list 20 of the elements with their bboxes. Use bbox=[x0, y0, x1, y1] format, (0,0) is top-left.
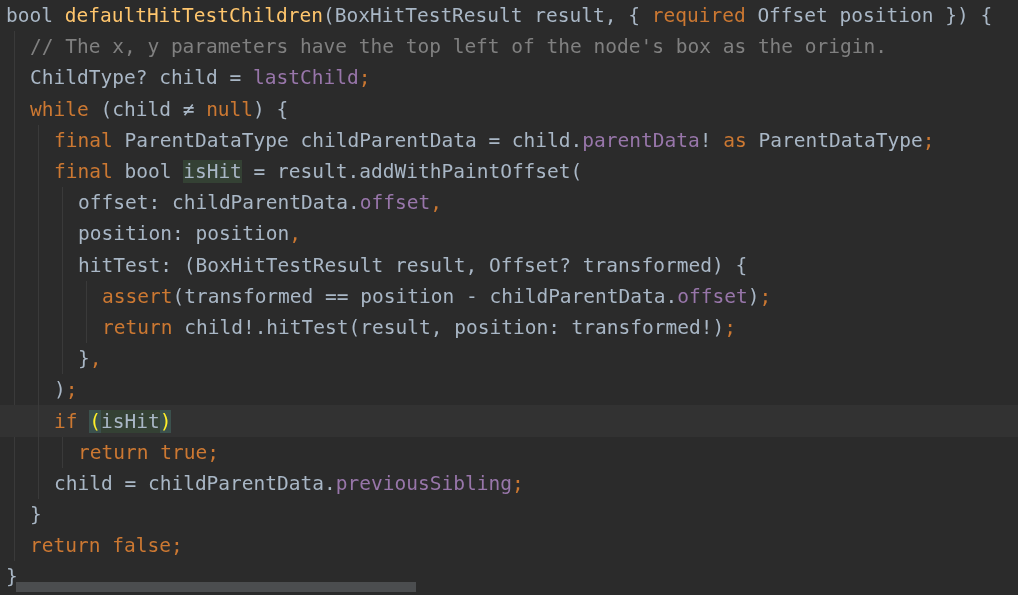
code-line: bool defaultHitTestChildren(BoxHitTestResult result, { required Offset position }) { bbox=[5, 3, 993, 30]
code-line: assert(transformed == position - childParentData.offset); bbox=[101, 283, 772, 310]
code-line: } bbox=[5, 564, 18, 591]
code-line: ); bbox=[53, 377, 78, 404]
code-line: return true; bbox=[77, 439, 219, 466]
code-line: } bbox=[29, 502, 42, 529]
code-line: final bool isHit = result.addWithPaintOffset( bbox=[53, 159, 583, 186]
code-line: final ParentDataType childParentData = child.parentData! as ParentDataType; bbox=[53, 127, 935, 154]
code-line: while (child ≠ null) { bbox=[29, 96, 289, 123]
code-line: child = childParentData.previousSibling; bbox=[53, 470, 524, 497]
code-line: ChildType? child = lastChild; bbox=[29, 65, 371, 92]
code-line: if (isHit) bbox=[53, 408, 172, 435]
code-line: }, bbox=[77, 346, 102, 373]
code-line: return child!.hitTest(result, position: transformed!); bbox=[101, 314, 736, 341]
code-line: position: position, bbox=[77, 221, 302, 248]
horizontal-scrollbar[interactable] bbox=[16, 582, 416, 592]
code-line: offset: childParentData.offset, bbox=[77, 190, 442, 217]
code-line: hitTest: (BoxHitTestResult result, Offset? transformed) { bbox=[77, 252, 748, 279]
code-line: // The x, y parameters have the top left of the node's box as the origin. bbox=[29, 34, 888, 61]
code-line: return false; bbox=[29, 533, 183, 560]
